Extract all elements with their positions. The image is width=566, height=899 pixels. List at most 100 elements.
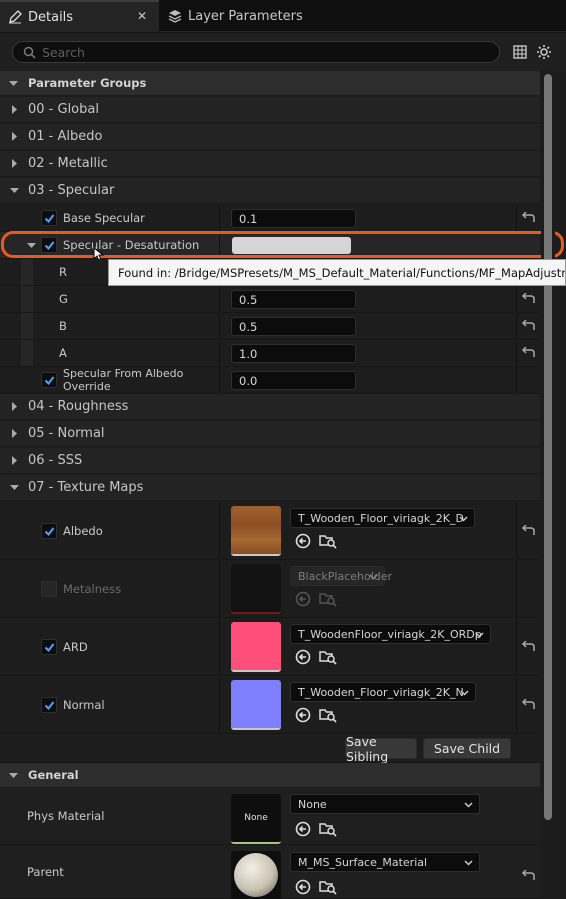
category-parameter-groups[interactable]: Parameter Groups [0, 71, 540, 95]
table-view-icon[interactable] [511, 43, 529, 61]
group-albedo[interactable]: 01 - Albedo [0, 124, 540, 150]
group-sss[interactable]: 06 - SSS [0, 448, 540, 474]
chevron-right-icon [12, 429, 17, 438]
albedo-texture-dropdown[interactable]: T_Wooden_Floor_viriagk_2K_D [290, 508, 475, 528]
b-value-field[interactable]: 0.5 [231, 317, 356, 336]
column-divider [219, 560, 220, 617]
close-tab-icon[interactable]: ✕ [137, 9, 147, 23]
reset-to-default-icon[interactable] [520, 640, 536, 654]
group-label: 05 - Normal [28, 426, 105, 441]
search-input[interactable]: Search [12, 41, 500, 63]
albedo-texture-thumbnail[interactable] [231, 506, 281, 556]
reset-to-default-icon[interactable] [520, 319, 536, 333]
group-label: 00 - Global [28, 102, 99, 117]
phys-material-dropdown[interactable]: None [290, 794, 480, 814]
albedo-texture-value: T_Wooden_Floor_viriagk_2K_D [298, 511, 464, 525]
column-divider [219, 676, 220, 733]
group-metallic[interactable]: 02 - Metallic [0, 151, 540, 177]
chevron-down-icon [464, 802, 473, 808]
a-value-field[interactable]: 1.0 [231, 344, 356, 363]
parent-material-thumbnail[interactable] [231, 851, 281, 899]
use-selected-asset-icon[interactable] [294, 878, 312, 896]
tab-details-label: Details [28, 9, 74, 25]
tab-details[interactable]: Details ✕ [0, 0, 159, 32]
category-label: General [28, 768, 79, 782]
browse-asset-icon[interactable] [319, 820, 337, 838]
tooltip-text: Found in: /Bridge/MSPresets/M_MS_Default… [118, 265, 566, 280]
chevron-down-icon [10, 188, 19, 193]
browse-asset-icon[interactable] [319, 706, 337, 724]
group-label: 07 - Texture Maps [28, 480, 144, 495]
tab-layer-parameters[interactable]: Layer Parameters [160, 0, 360, 32]
pencil-icon [9, 10, 22, 24]
parent-value: M_MS_Surface_Material [298, 855, 428, 869]
metalness-texture-thumbnail[interactable] [231, 564, 281, 614]
column-divider [516, 367, 517, 393]
use-selected-asset-icon[interactable] [294, 532, 312, 550]
normal-texture-thumbnail[interactable] [231, 680, 281, 730]
property-g: G 0.5 [0, 286, 540, 313]
category-general[interactable]: General [0, 763, 540, 787]
g-label: G [59, 292, 68, 306]
reset-to-default-icon[interactable] [520, 524, 536, 538]
column-divider [219, 618, 220, 675]
browse-asset-icon[interactable] [319, 590, 337, 608]
column-divider [516, 205, 517, 231]
metalness-texture-dropdown[interactable]: BlackPlaceholder [290, 566, 392, 586]
phys-material-thumbnail[interactable]: None [231, 794, 281, 844]
group-global[interactable]: 00 - Global [0, 97, 540, 123]
chevron-down-icon [9, 772, 18, 778]
group-specular[interactable]: 03 - Specular [0, 178, 540, 204]
reset-to-default-icon[interactable] [520, 211, 536, 225]
metalness-label: Metalness [63, 581, 122, 596]
normal-texture-value: T_Wooden_Floor_viriagk_2K_N [298, 685, 464, 699]
base-specular-value-field[interactable]: 0.1 [231, 209, 356, 228]
b-label: B [59, 319, 67, 333]
group-texture-maps[interactable]: 07 - Texture Maps [0, 475, 540, 501]
column-divider [219, 502, 220, 559]
property-a: A 1.0 [0, 340, 540, 367]
column-divider [219, 340, 220, 366]
chevron-down-icon [9, 80, 18, 86]
use-selected-asset-icon[interactable] [294, 820, 312, 838]
browse-asset-icon[interactable] [319, 878, 337, 896]
property-ard-texture: ARD T_WoodenFloor_viriagk_2K_ORDp [0, 618, 540, 676]
column-divider [516, 618, 517, 675]
chevron-down-icon [460, 690, 469, 696]
reset-to-default-icon[interactable] [520, 698, 536, 712]
group-roughness[interactable]: 04 - Roughness [0, 394, 540, 420]
specular-from-albedo-value-field[interactable]: 0.0 [231, 371, 356, 390]
reset-to-default-icon[interactable] [520, 869, 536, 883]
search-icon [23, 46, 36, 59]
g-value-field[interactable]: 0.5 [231, 290, 356, 309]
browse-asset-icon[interactable] [319, 648, 337, 666]
use-selected-asset-icon[interactable] [294, 590, 312, 608]
property-base-specular: Base Specular 0.1 [0, 205, 540, 232]
reset-to-default-icon[interactable] [520, 346, 536, 360]
group-normal[interactable]: 05 - Normal [0, 421, 540, 447]
chevron-down-icon [369, 574, 378, 580]
ard-texture-thumbnail[interactable] [231, 622, 281, 672]
parent-dropdown[interactable]: M_MS_Surface_Material [290, 852, 480, 872]
base-specular-label: Base Specular [63, 211, 145, 225]
settings-gear-icon[interactable] [535, 43, 553, 61]
category-label: Parameter Groups [28, 76, 147, 90]
browse-asset-icon[interactable] [319, 532, 337, 550]
chevron-right-icon [12, 132, 17, 141]
save-sibling-button[interactable]: Save Sibling [345, 734, 417, 764]
vertical-scrollbar[interactable] [541, 70, 555, 899]
chevron-down-icon [459, 516, 468, 522]
ard-texture-dropdown[interactable]: T_WoodenFloor_viriagk_2K_ORDp [290, 624, 491, 644]
property-albedo-texture: Albedo T_Wooden_Floor_viriagk_2K_D [0, 502, 540, 560]
save-child-button[interactable]: Save Child [423, 738, 511, 759]
group-label: 03 - Specular [28, 183, 115, 198]
normal-texture-dropdown[interactable]: T_Wooden_Floor_viriagk_2K_N [290, 682, 476, 702]
group-label: 01 - Albedo [28, 129, 103, 144]
phys-material-label: Phys Material [27, 808, 105, 823]
use-selected-asset-icon[interactable] [294, 648, 312, 666]
column-divider [516, 286, 517, 312]
scrollbar-thumb[interactable] [544, 74, 552, 820]
normal-label: Normal [63, 697, 105, 712]
use-selected-asset-icon[interactable] [294, 706, 312, 724]
reset-to-default-icon[interactable] [520, 292, 536, 306]
